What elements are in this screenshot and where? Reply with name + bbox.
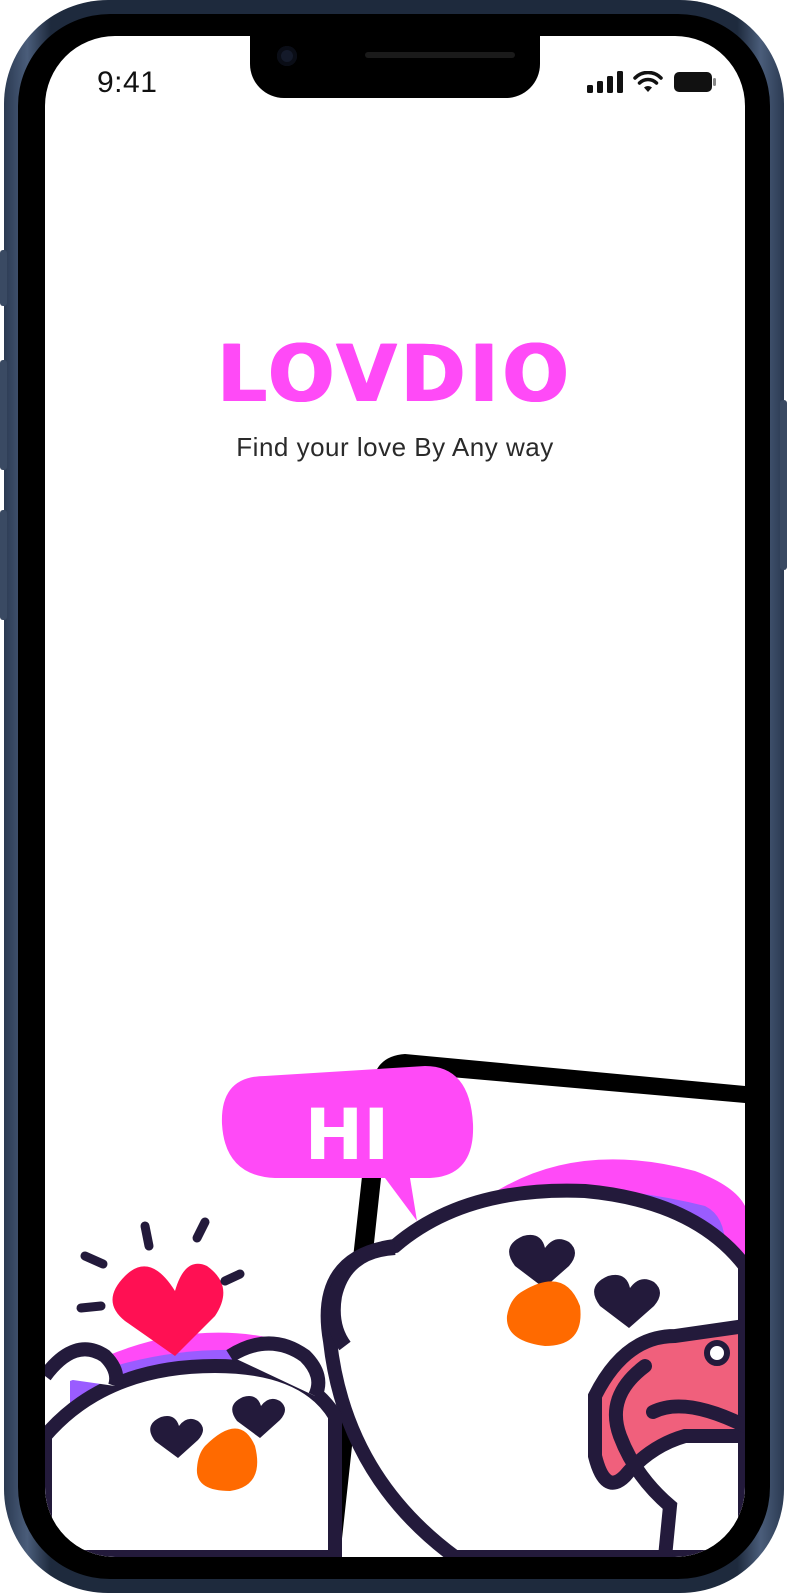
phone-mockup: 9:41 LOVDIO Find your love By Any way HI — [0, 0, 787, 1593]
speech-bubble-text: HI — [305, 1094, 390, 1176]
mascot-illustration: HI — [45, 1054, 745, 1557]
app-screen: 9:41 LOVDIO Find your love By Any way HI — [45, 36, 745, 1557]
volume-down-button — [0, 510, 7, 620]
power-button — [780, 400, 787, 570]
volume-up-button — [0, 360, 7, 470]
left-character-body — [45, 1358, 342, 1557]
left-character-ear-left — [45, 1342, 124, 1389]
silent-switch — [0, 250, 7, 306]
phone-camera-icon — [704, 1340, 730, 1366]
